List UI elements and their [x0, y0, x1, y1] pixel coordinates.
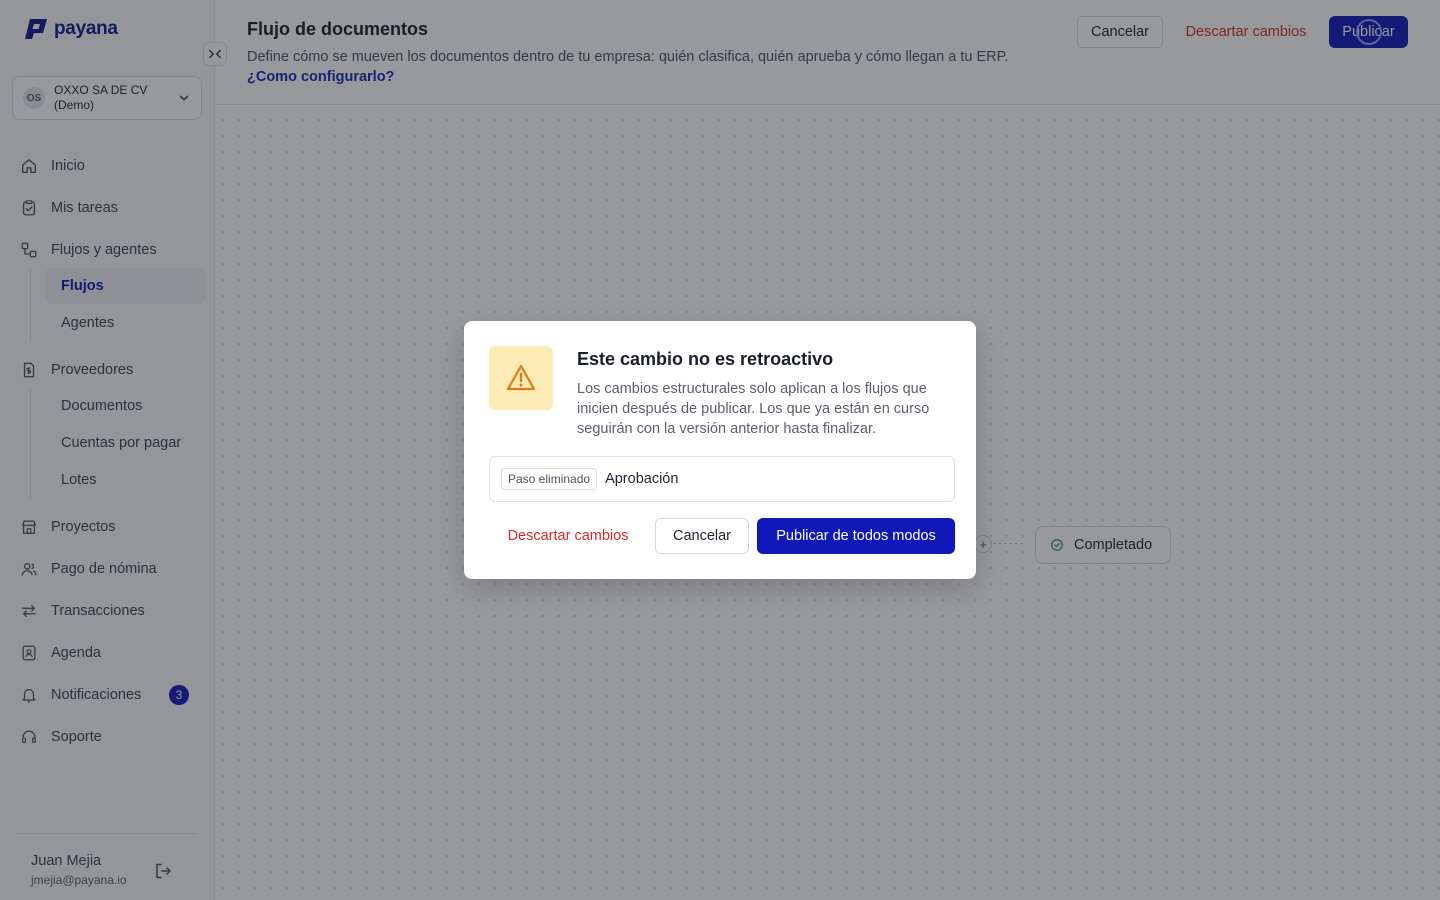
- dialog-body: Los cambios estructurales solo aplican a…: [577, 381, 930, 437]
- dialog-cancel-button[interactable]: Cancelar: [655, 518, 749, 554]
- dialog-title: Este cambio no es retroactivo: [577, 349, 834, 369]
- change-type-tag: Paso eliminado: [501, 468, 598, 490]
- change-step-name: Aprobación: [605, 471, 679, 487]
- warning-triangle-icon: [506, 364, 536, 391]
- dialog-discard-button[interactable]: Descartar cambios: [494, 518, 642, 554]
- publish-anyway-button[interactable]: Publicar de todos modos: [757, 518, 955, 554]
- confirm-publish-dialog: Este cambio no es retroactivo Los cambio…: [464, 321, 976, 579]
- change-summary-row: Paso eliminado Aprobación: [489, 456, 955, 502]
- warning-icon-container: [489, 346, 553, 410]
